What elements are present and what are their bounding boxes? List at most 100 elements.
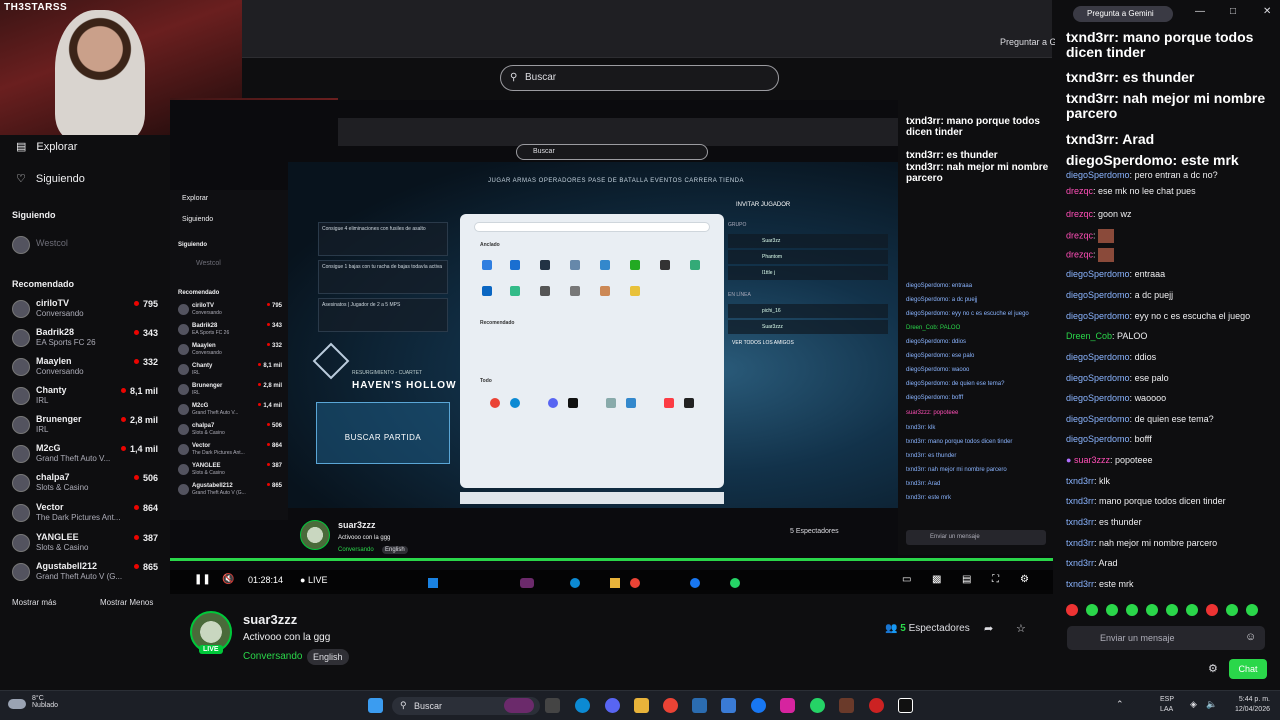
close-icon[interactable]: ✕ <box>1263 6 1271 17</box>
mission-card: Asesinatos | Jugador de 2 a 5 MPS <box>318 298 448 332</box>
windows-start-menu: Anclado Recomendado Todo <box>460 214 724 488</box>
windows-start-icon[interactable] <box>368 698 383 713</box>
minimize-icon[interactable]: — <box>1195 6 1205 17</box>
avatar <box>178 484 189 495</box>
facebook-icon[interactable] <box>751 698 766 713</box>
avatar <box>178 304 189 315</box>
nav-siguiendo[interactable]: ♡ Siguiendo <box>16 172 85 186</box>
theater-mode-icon[interactable]: ▭ <box>902 574 911 585</box>
emote-icon[interactable] <box>1186 604 1198 616</box>
language-indicator[interactable]: ESP LAA <box>1160 695 1174 715</box>
channel-item[interactable]: Agustabell212 Grand Theft Auto V (G... 865 <box>12 561 162 583</box>
chat-user: drezqc <box>1066 249 1094 260</box>
emote-icon[interactable] <box>1126 604 1138 616</box>
volume-icon[interactable]: 🔈 <box>1206 699 1217 710</box>
channel-item[interactable]: Badrik28 EA Sports FC 26 343 <box>12 327 162 349</box>
channel-item[interactable]: YANGLEE Slots & Casino 387 <box>12 532 162 554</box>
folder-icon[interactable] <box>634 698 649 713</box>
mode-emblem-icon <box>312 342 350 380</box>
channel-name: Badrik28 <box>192 323 218 329</box>
pause-icon[interactable]: ❚❚ <box>194 574 211 585</box>
chat-overlay-line: txnd3rr: mano porque todos dicen tinder <box>1066 29 1254 60</box>
weather-widget[interactable]: 8°C Nublado <box>8 695 58 709</box>
game-icon[interactable] <box>839 698 854 713</box>
chevron-up-icon[interactable]: ⌃ <box>1116 699 1124 710</box>
app-icon[interactable] <box>692 698 707 713</box>
chat-text: klk <box>1099 476 1111 486</box>
mode-name: HAVEN'S HOLLOW <box>352 380 457 391</box>
chat-message: txnd3rr: este mrk <box>1066 579 1134 589</box>
chat-settings-gear-icon[interactable]: ⚙ <box>1208 662 1218 675</box>
seek-bar[interactable] <box>170 558 1053 561</box>
channel-game: EA Sports FC 26 <box>192 330 230 336</box>
clock[interactable]: 5:44 p. m. 12/04/2026 <box>1235 695 1270 715</box>
discord-icon[interactable] <box>605 698 620 713</box>
emote-icon[interactable] <box>1146 604 1158 616</box>
search-input[interactable]: ⚲ Buscar <box>500 65 779 91</box>
settings-gear-icon[interactable]: ⚙ <box>1020 574 1029 585</box>
show-less-link[interactable]: Mostrar Menos <box>100 598 153 607</box>
app-icon[interactable] <box>898 698 913 713</box>
channel-viewers: 387 <box>267 463 282 469</box>
wifi-icon[interactable]: ◈ <box>1190 699 1197 710</box>
app-icon[interactable] <box>869 698 884 713</box>
channel-item[interactable]: chalpa7 Slots & Casino 506 <box>12 472 162 494</box>
emote-icon[interactable] <box>1246 604 1258 616</box>
chat-send-button[interactable]: Chat <box>1229 659 1267 679</box>
stream-tag[interactable]: English <box>307 649 349 665</box>
online-row: Suar3zzz <box>728 320 888 334</box>
friends-panel: INVITAR JUGADOR GRUPO Suar3zz Phantom l1… <box>728 196 888 346</box>
clip-icon[interactable]: ▩ <box>932 574 941 585</box>
channel-name[interactable]: suar3zzz <box>243 612 297 627</box>
channel-item[interactable]: Vector The Dark Pictures Ant... 864 <box>12 502 162 524</box>
chat-message-input[interactable]: Enviar un mensaje <box>1067 626 1265 650</box>
emote-icon[interactable] <box>1066 604 1078 616</box>
emote-icon[interactable] <box>1086 604 1098 616</box>
mute-icon[interactable]: 🔇 <box>222 574 234 585</box>
pip-icon[interactable]: ▤ <box>962 574 971 585</box>
channel-item[interactable]: Chanty IRL 8,1 mil <box>12 385 162 407</box>
whatsapp-icon[interactable] <box>810 698 825 713</box>
following-item[interactable]: Westcol <box>12 234 162 256</box>
inner-chat-line: diegoSperdomo: a dc puejj <box>906 297 978 303</box>
emote-icon[interactable] <box>1206 604 1218 616</box>
lang-primary: ESP <box>1160 696 1175 703</box>
channel-item[interactable]: M2cG Grand Theft Auto V... 1,4 mil <box>12 443 162 465</box>
emoji-icon[interactable]: ☺ <box>1245 631 1256 643</box>
channel-item[interactable]: Brunenger IRL 2,8 mil <box>12 414 162 436</box>
chat-message: diegoSperdomo: ddios <box>1066 352 1157 362</box>
app-icon <box>626 398 636 408</box>
emote-icon[interactable] <box>1106 604 1118 616</box>
channel-game: Conversando <box>36 367 84 376</box>
show-more-link[interactable]: Mostrar más <box>12 598 56 607</box>
channel-item[interactable]: Maaylen Conversando 332 <box>12 356 162 378</box>
stream-category[interactable]: Conversando <box>243 651 302 662</box>
app-icon <box>630 260 640 270</box>
edge-icon[interactable] <box>575 698 590 713</box>
app-icon <box>570 286 580 296</box>
viewer-count: 👥 5 Espectadores <box>885 623 970 634</box>
nav-explorar[interactable]: ▤ Explorar <box>16 140 77 154</box>
chrome-icon[interactable] <box>663 698 678 713</box>
share-icon[interactable]: ➦ <box>984 622 993 635</box>
outlook-icon[interactable] <box>721 698 736 713</box>
task-view-icon[interactable] <box>545 698 560 713</box>
maximize-icon[interactable]: □ <box>1230 6 1236 17</box>
chat-text: ddios <box>1134 352 1157 362</box>
inner-chat-line: txnd3rr: klk <box>906 425 936 431</box>
gemini-button[interactable]: Pregunta a Gemini <box>1073 6 1173 22</box>
inner-channel-item: YANGLEE Slots & Casino 387 <box>178 463 282 478</box>
avatar <box>178 464 189 475</box>
chat-text: popoteee <box>1114 455 1153 465</box>
fullscreen-icon[interactable]: ⛶ <box>992 574 999 585</box>
emote-icon[interactable] <box>1226 604 1238 616</box>
channel-item[interactable]: ciriloTV Conversando 795 <box>12 298 162 320</box>
start-all-title: Todo <box>480 378 492 384</box>
emote-icon[interactable] <box>1166 604 1178 616</box>
channel-game: IRL <box>192 390 200 396</box>
inner-taskbar-icons <box>420 576 820 590</box>
chat-message: diegoSperdomo: pero entran a dc no? <box>1066 170 1218 180</box>
follow-icon[interactable]: ☆ <box>1016 622 1026 635</box>
app-icon <box>570 260 580 270</box>
instagram-icon[interactable] <box>780 698 795 713</box>
